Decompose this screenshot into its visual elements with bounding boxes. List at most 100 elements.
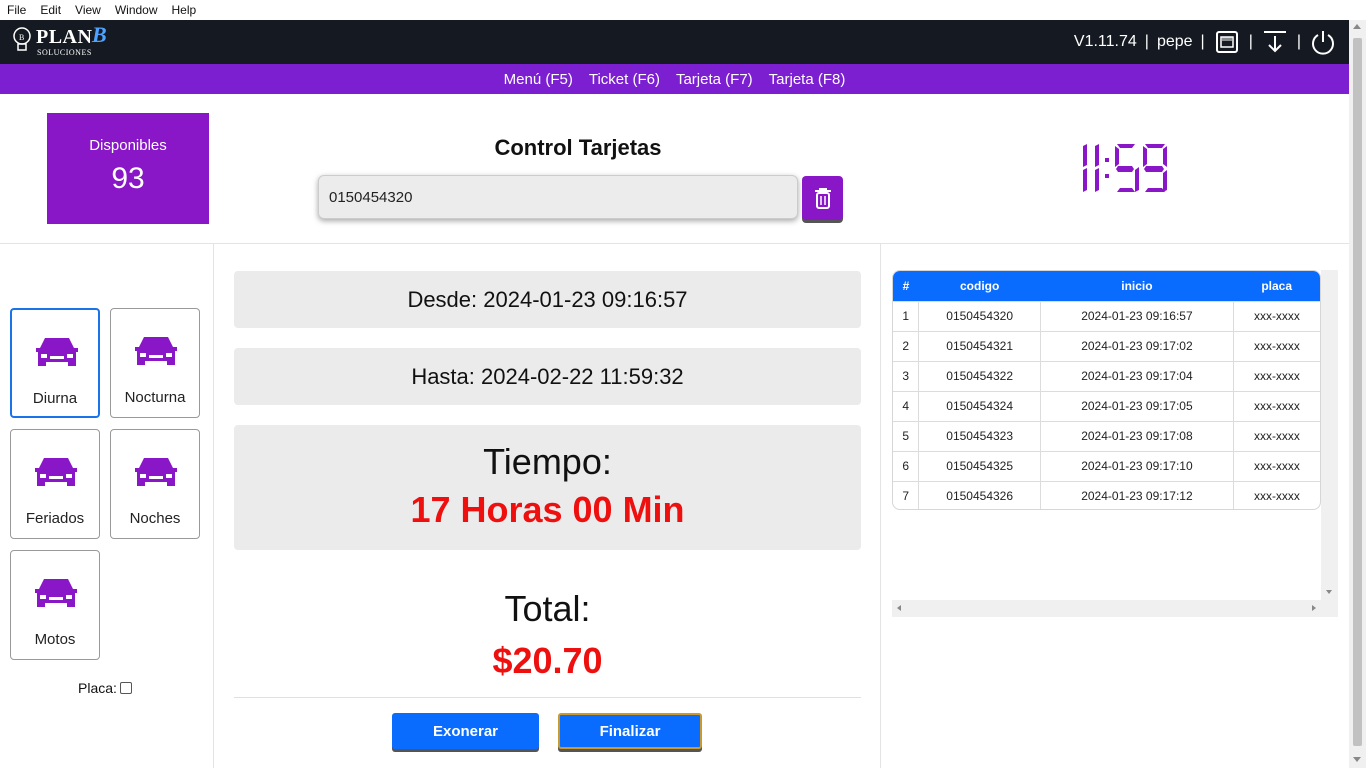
trash-icon	[814, 188, 831, 209]
menu-window[interactable]: Window	[108, 3, 165, 17]
cell: 1	[893, 300, 919, 331]
main-nav: Menú (F5) Ticket (F6) Tarjeta (F7) Tarje…	[0, 64, 1349, 94]
rate-label: Diurna	[32, 390, 78, 407]
placa-toggle: Placa:	[78, 680, 132, 696]
rate-nocturna-button[interactable]: Nocturna	[110, 308, 200, 418]
scroll-right-arrow-icon[interactable]	[1312, 605, 1316, 611]
scroll-thumb[interactable]	[1353, 38, 1362, 746]
clear-button[interactable]	[802, 176, 843, 220]
car-icon	[35, 579, 77, 607]
rate-diurna-button[interactable]: Diurna	[10, 308, 100, 418]
cell: 0150454323	[918, 420, 1041, 451]
cell: 2024-01-23 09:17:02	[1039, 330, 1234, 361]
column-header[interactable]: codigo	[918, 271, 1041, 301]
rate-label: Nocturna	[124, 389, 186, 406]
tiempo-label: Tiempo:	[483, 441, 612, 482]
cell: 7	[893, 480, 919, 509]
cell: 0150454322	[918, 360, 1041, 391]
nav-tarjeta-f7[interactable]: Tarjeta (F7)	[676, 71, 753, 88]
header-right: V1.11.74 | pepe | | |	[1074, 20, 1337, 64]
table-horizontal-scrollbar[interactable]	[892, 600, 1338, 617]
cards-table: # codigo inicio placa 1 0150454320 2024-01…	[892, 270, 1321, 510]
cell: 2024-01-23 09:17:10	[1039, 450, 1234, 481]
table-row[interactable]: 3 0150454322 2024-01-23 09:17:04 xxx-xxxx	[893, 360, 1320, 391]
disponibles-card: Disponibles 93	[47, 113, 209, 224]
scroll-up-arrow-icon[interactable]	[1353, 24, 1361, 29]
os-menubar: File Edit View Window Help	[0, 0, 1366, 20]
menu-view[interactable]: View	[68, 3, 108, 17]
column-header[interactable]: inicio	[1040, 271, 1234, 301]
lightbulb-icon: B	[13, 27, 31, 51]
desde-field: Desde: 2024-01-23 09:16:57	[234, 271, 861, 328]
nav-tarjeta-f8[interactable]: Tarjeta (F8)	[769, 71, 846, 88]
car-icon	[135, 337, 177, 365]
column-header[interactable]: placa	[1233, 271, 1320, 301]
menu-help[interactable]: Help	[165, 3, 204, 17]
cell: 0150454320	[918, 300, 1041, 331]
cell: 3	[893, 360, 919, 391]
separator: |	[1200, 33, 1205, 50]
cell: xxx-xxxx	[1232, 480, 1320, 509]
cell: xxx-xxxx	[1232, 450, 1320, 481]
card-code-input[interactable]: 0150454320	[318, 175, 798, 219]
table-vertical-scrollbar[interactable]	[1321, 270, 1338, 600]
placa-checkbox[interactable]	[119, 682, 132, 694]
cell: xxx-xxxx	[1232, 360, 1320, 391]
table-header-row: # codigo inicio placa	[893, 271, 1320, 301]
car-icon	[135, 458, 177, 486]
disponibles-label: Disponibles	[89, 137, 167, 154]
exonerar-button[interactable]: Exonerar	[392, 713, 539, 749]
divider	[0, 243, 1349, 244]
total-label: Total:	[504, 588, 591, 629]
page-scrollbar[interactable]	[1349, 20, 1366, 768]
menu-file[interactable]: File	[0, 3, 33, 17]
cell: 4	[893, 390, 919, 421]
table-row[interactable]: 4 0150454324 2024-01-23 09:17:05 xxx-xxxx	[893, 390, 1320, 421]
menu-edit[interactable]: Edit	[33, 3, 68, 17]
version-label: V1.11.74	[1073, 33, 1137, 50]
finalizar-button[interactable]: Finalizar	[558, 713, 702, 749]
separator: |	[1144, 33, 1149, 50]
svg-text:B: B	[19, 33, 24, 42]
total-value: $20.70	[492, 640, 603, 681]
rate-feriados-button[interactable]: Feriados	[10, 429, 100, 539]
tiempo-panel: Tiempo: 17 Horas 00 Min	[234, 425, 861, 550]
separator: |	[1296, 33, 1301, 50]
page-title: Control Tarjetas	[494, 135, 662, 160]
planb-logo: B PLAN B SOLUCIONES	[10, 22, 120, 60]
download-icon[interactable]	[1261, 28, 1289, 56]
cell: 0150454325	[918, 450, 1041, 481]
app-header: B PLAN B SOLUCIONES V1.11.74 | pepe | | …	[0, 20, 1349, 64]
power-icon[interactable]	[1309, 28, 1337, 56]
logo-b: B	[92, 22, 107, 47]
disponibles-count: 93	[111, 162, 145, 195]
network-icon[interactable]	[1213, 28, 1241, 56]
divider	[213, 244, 214, 768]
rate-motos-button[interactable]: Motos	[10, 550, 100, 660]
table-row[interactable]: 5 0150454323 2024-01-23 09:17:08 xxx-xxxx	[893, 420, 1320, 451]
column-header[interactable]: #	[893, 271, 919, 301]
table-row[interactable]: 2 0150454321 2024-01-23 09:17:02 xxx-xxxx	[893, 330, 1320, 361]
table-row[interactable]: 6 0150454325 2024-01-23 09:17:10 xxx-xxxx	[893, 450, 1320, 481]
car-icon	[36, 338, 78, 366]
scroll-down-arrow-icon[interactable]	[1326, 590, 1332, 594]
cell: 2024-01-23 09:17:05	[1039, 390, 1234, 421]
rate-label: Noches	[129, 510, 181, 527]
cell: 0150454321	[918, 330, 1041, 361]
user-name: pepe	[1156, 33, 1193, 50]
rate-noches-button[interactable]: Noches	[110, 429, 200, 539]
cell: 2024-01-23 09:17:04	[1039, 360, 1234, 391]
scroll-left-arrow-icon[interactable]	[897, 605, 901, 611]
logo-subtitle: SOLUCIONES	[37, 48, 92, 57]
scroll-down-arrow-icon[interactable]	[1353, 757, 1361, 762]
divider	[234, 697, 861, 698]
cell: xxx-xxxx	[1232, 330, 1320, 361]
cell: 2024-01-23 09:16:57	[1039, 300, 1234, 331]
table-row[interactable]: 1 0150454320 2024-01-23 09:16:57 xxx-xxxx	[893, 300, 1320, 331]
cell: 0150454324	[918, 390, 1041, 421]
cell: 6	[893, 450, 919, 481]
table-row[interactable]: 7 0150454326 2024-01-23 09:17:12 xxx-xxxx	[893, 480, 1320, 509]
nav-ticket[interactable]: Ticket (F6)	[589, 71, 660, 88]
nav-menu[interactable]: Menú (F5)	[504, 71, 573, 88]
cell: xxx-xxxx	[1232, 390, 1320, 421]
